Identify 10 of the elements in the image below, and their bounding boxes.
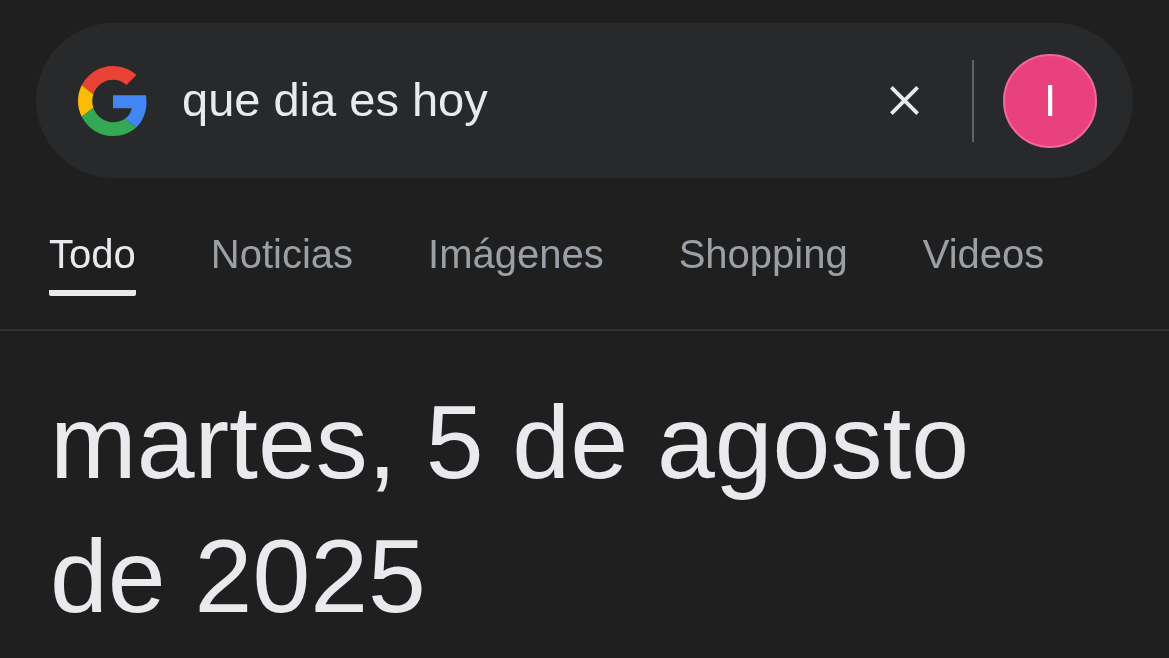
search-tab[interactable]: Noticias bbox=[210, 230, 353, 296]
search-input[interactable]: que dia es hoy bbox=[182, 70, 881, 131]
avatar-button[interactable]: I bbox=[1003, 53, 1097, 148]
search-tab[interactable]: Imágenes bbox=[428, 230, 604, 296]
date-answer: martes, 5 de agosto de 2025 bbox=[50, 383, 971, 636]
close-icon bbox=[887, 83, 922, 118]
search-tab[interactable]: Videos bbox=[922, 230, 1045, 296]
g-letter-logo bbox=[78, 65, 148, 136]
search-tab[interactable]: Shopping bbox=[678, 230, 848, 296]
search-tab[interactable]: Todo bbox=[49, 230, 136, 296]
